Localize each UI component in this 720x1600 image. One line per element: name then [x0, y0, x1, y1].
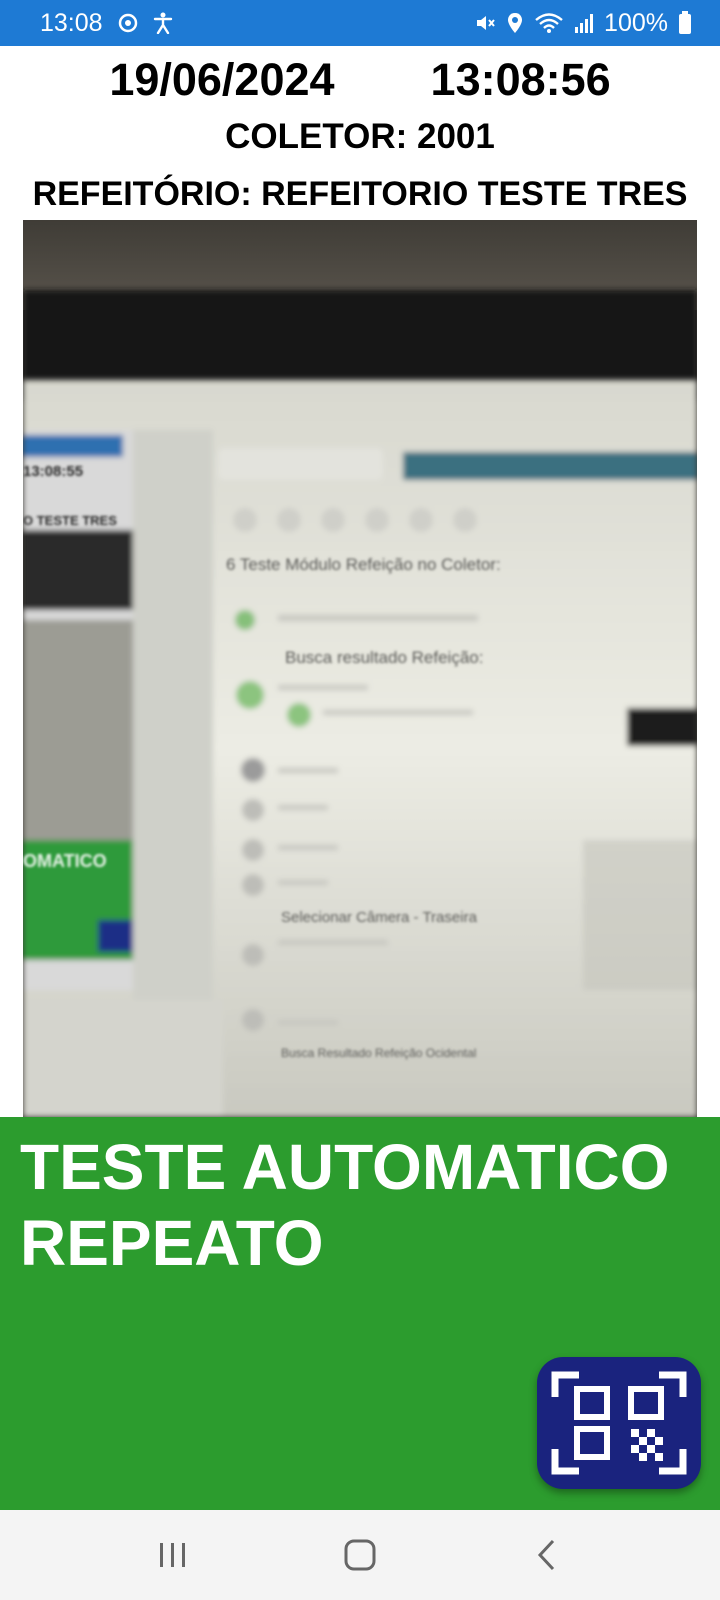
camera-step-title: 6 Teste Módulo Refeição no Coletor: — [226, 555, 501, 574]
result-message: TESTE AUTOMATICO REPEATO — [20, 1129, 700, 1281]
qr-scan-icon — [551, 1371, 687, 1475]
sync-icon — [117, 12, 139, 34]
home-button[interactable] — [320, 1520, 400, 1590]
home-icon — [344, 1539, 376, 1571]
status-right: 100% — [474, 9, 692, 38]
signal-icon — [574, 13, 594, 33]
refeitorio-label: REFEITÓRIO: REFEITORIO TESTE TRES — [32, 175, 688, 213]
qr-scan-button[interactable] — [537, 1357, 701, 1489]
location-icon — [506, 12, 524, 34]
recent-apps-button[interactable] — [133, 1520, 213, 1590]
camera-small-teste: O TESTE TRES — [23, 513, 117, 528]
status-bar: 13:08 100% — [0, 0, 720, 46]
battery-percent: 100% — [604, 8, 668, 37]
datetime-row: 19/06/2024 13:08:56 — [0, 50, 720, 110]
current-time: 13:08:56 — [430, 54, 611, 105]
result-panel: TESTE AUTOMATICO REPEATO — [0, 1117, 720, 1510]
result-line-2: REPEATO — [20, 1207, 324, 1279]
camera-small-time: 13:08:55 — [23, 463, 83, 480]
camera-green-text: OMATICO — [23, 851, 107, 871]
camera-preview: 13:08:55 O TESTE TRES 6 Teste Módulo Ref… — [23, 220, 697, 1117]
wifi-icon — [534, 12, 564, 34]
accessibility-icon — [153, 12, 173, 34]
camera-frame: 13:08:55 O TESTE TRES 6 Teste Módulo Ref… — [23, 220, 697, 1117]
camera-selecionar: Selecionar Câmera - Traseira — [281, 909, 478, 926]
status-time: 13:08 — [40, 8, 103, 37]
result-line-1: TESTE AUTOMATICO — [20, 1131, 670, 1203]
camera-busca: Busca resultado Refeição: — [285, 648, 483, 667]
collector-label: COLETOR: 2001 — [225, 117, 495, 156]
camera-busca-final: Busca Resultado Refeição Ocidental — [281, 1046, 476, 1060]
navigation-bar — [0, 1510, 720, 1600]
battery-icon — [678, 11, 692, 35]
back-button[interactable] — [507, 1520, 587, 1590]
mute-icon — [474, 12, 496, 34]
status-left: 13:08 — [40, 9, 173, 38]
current-date: 19/06/2024 — [109, 54, 335, 105]
back-icon — [537, 1539, 554, 1571]
recent-apps-icon — [160, 1543, 186, 1567]
